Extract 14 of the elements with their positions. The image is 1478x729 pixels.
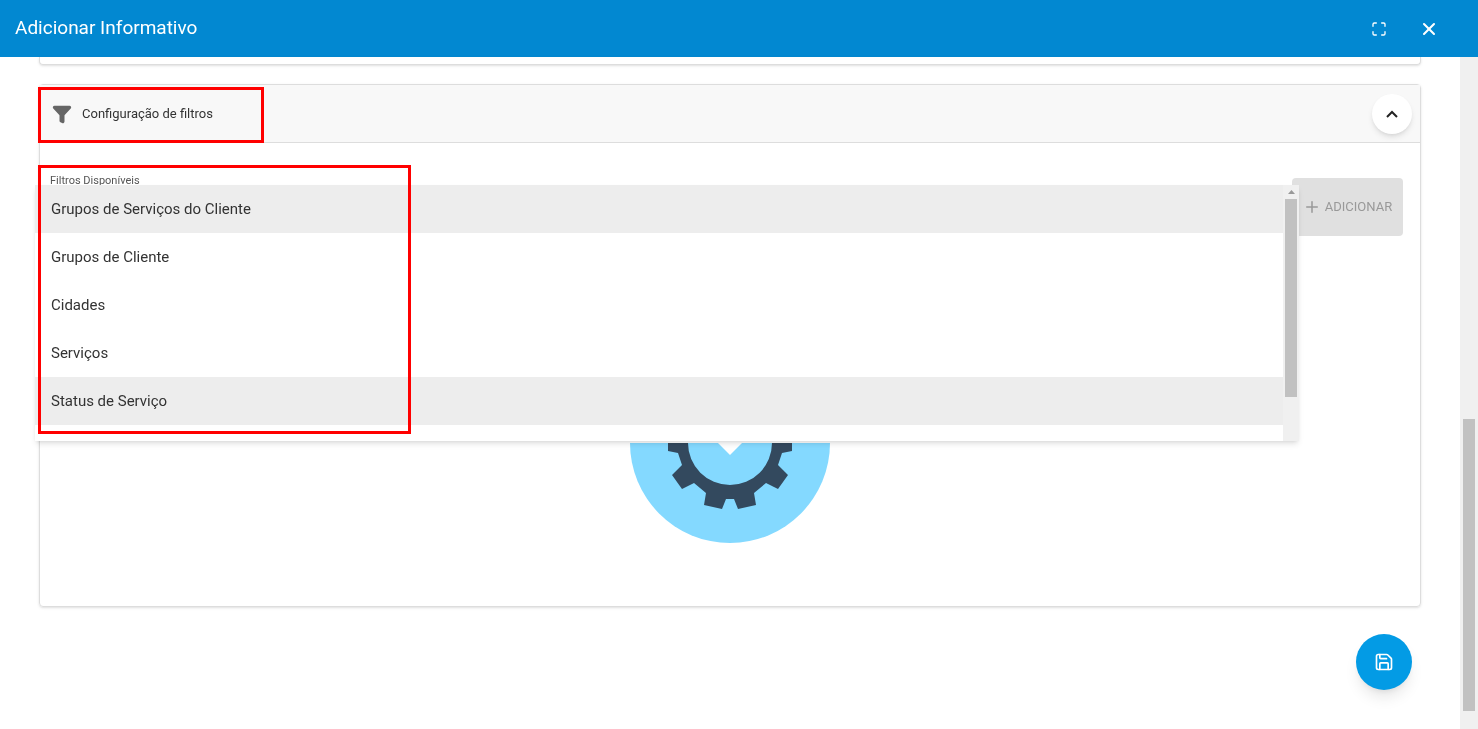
window-title: Adicionar Informativo — [15, 15, 199, 42]
scroll-up-arrow-icon[interactable] — [1287, 190, 1295, 194]
panel-title: Configuração de filtros — [82, 104, 213, 123]
fullscreen-button[interactable] — [1371, 20, 1387, 37]
field-label: Filtros Disponíveis — [50, 175, 140, 186]
filter-icon — [52, 103, 72, 124]
dropdown-option[interactable]: Grupos de Serviços do Cliente — [35, 185, 1283, 233]
page-scrollbar[interactable] — [1460, 57, 1478, 729]
scrollbar[interactable] — [1283, 185, 1299, 441]
save-button[interactable] — [1356, 634, 1412, 690]
chevron-up-icon — [1386, 109, 1398, 118]
collapse-button[interactable] — [1372, 93, 1412, 134]
save-icon — [1374, 652, 1394, 672]
dropdown-option[interactable]: Status de Serviço — [35, 377, 1283, 425]
